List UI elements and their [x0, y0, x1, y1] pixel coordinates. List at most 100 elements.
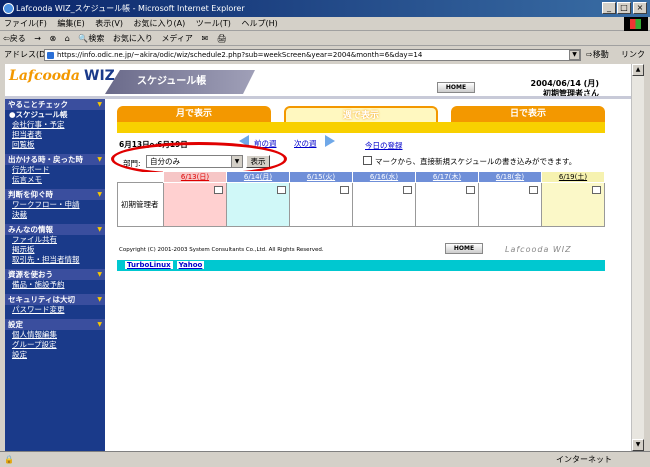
- scroll-down-icon[interactable]: ▼: [632, 439, 644, 451]
- stop-button[interactable]: ⊗: [47, 32, 60, 46]
- close-button[interactable]: ×: [633, 2, 647, 14]
- new-entry-icon[interactable]: [592, 186, 601, 194]
- menu-help[interactable]: ヘルプ(H): [237, 17, 281, 31]
- sidebar-item-clients[interactable]: 取引先・担当者情報: [5, 255, 105, 265]
- day-cell-tue[interactable]: [289, 182, 353, 227]
- search-button[interactable]: 🔍検索: [75, 32, 107, 46]
- footer-brand: Lafcooda WIZ: [505, 245, 572, 254]
- window-title: Lafcooda WIZ_スケジュール帳 - Microsoft Interne…: [16, 4, 245, 13]
- menu-favorites[interactable]: お気に入り(A): [130, 17, 190, 31]
- tab-underline: [117, 122, 605, 133]
- day-header-sat[interactable]: 6/19(土): [541, 171, 605, 183]
- menu-edit[interactable]: 編集(E): [53, 17, 88, 31]
- sidebar-head[interactable]: みんなの情報: [5, 224, 105, 235]
- scroll-up-icon[interactable]: ▲: [632, 64, 644, 76]
- home-icon[interactable]: ⌂: [62, 32, 73, 46]
- favorites-button[interactable]: お気に入り: [110, 32, 156, 46]
- address-bar: アドレス(D) https://info.odic.ne.jp/~akira/o…: [0, 47, 650, 75]
- sidebar-item-destination-board[interactable]: 行先ボード: [5, 165, 105, 175]
- ie-icon: [3, 3, 14, 14]
- day-cell-sat[interactable]: [541, 182, 605, 227]
- minimize-button[interactable]: _: [602, 2, 616, 14]
- new-entry-icon[interactable]: [214, 186, 223, 194]
- print-icon[interactable]: 🖨: [214, 32, 230, 46]
- day-cell-wed[interactable]: [352, 182, 416, 227]
- sidebar-group-settings: 設定 個人情報編集 グループ設定 設定: [5, 319, 105, 360]
- link-yahoo[interactable]: Yahoo: [176, 261, 205, 269]
- menu-bar: ファイル(F) 編集(E) 表示(V) お気に入り(A) ツール(T) ヘルプ(…: [0, 17, 650, 31]
- new-entry-icon[interactable]: [403, 186, 412, 194]
- link-turbolinux[interactable]: TurboLinux: [125, 261, 173, 269]
- home-button-bottom[interactable]: HOME: [445, 243, 483, 254]
- sidebar-group-approval: 判断を仰ぐ時 ワークフロー・申請 決裁: [5, 189, 105, 220]
- sidebar-item-decision[interactable]: 決裁: [5, 210, 105, 220]
- new-entry-icon[interactable]: [529, 186, 538, 194]
- address-input[interactable]: https://info.odic.ne.jp/~akira/odic/wiz/…: [44, 49, 581, 61]
- sidebar-item-password[interactable]: パスワード変更: [5, 305, 105, 315]
- link-bar: TurboLinux Yahoo: [117, 260, 605, 271]
- day-cell-sun[interactable]: [163, 182, 227, 227]
- address-dropdown-icon[interactable]: ▼: [569, 50, 580, 60]
- new-entry-icon[interactable]: [340, 186, 349, 194]
- media-button[interactable]: メディア: [158, 32, 195, 46]
- sidebar-head[interactable]: 資源を使おう: [5, 269, 105, 280]
- sidebar-head[interactable]: 出かける時・戻った時: [5, 154, 105, 165]
- menu-view[interactable]: 表示(V): [91, 17, 127, 31]
- address-label: アドレス(D): [4, 50, 49, 59]
- day-header-fri[interactable]: 6/18(金): [478, 171, 542, 183]
- day-header-thu[interactable]: 6/17(木): [415, 171, 479, 183]
- sidebar-item-bulletin[interactable]: 掲示板: [5, 245, 105, 255]
- sidebar-item-memo[interactable]: 伝言メモ: [5, 175, 105, 185]
- windows-logo-icon: [624, 17, 648, 31]
- day-cell-thu[interactable]: [415, 182, 479, 227]
- sidebar-head[interactable]: 設定: [5, 319, 105, 330]
- sidebar-item-file-share[interactable]: ファイル共有: [5, 235, 105, 245]
- page-viewport: Lafcooda WIZ スケジュール帳 HOME 2004/06/14 (月) …: [5, 64, 631, 451]
- sidebar-group-todo: やることチェック ●スケジュール帳 会社行事・予定 担当者表 回覧板: [5, 99, 105, 150]
- sidebar-item-settings[interactable]: 設定: [5, 350, 105, 360]
- day-header-mon[interactable]: 6/14(月): [226, 171, 290, 183]
- sidebar-head[interactable]: 判断を仰ぐ時: [5, 189, 105, 200]
- sidebar-item-company-events[interactable]: 会社行事・予定: [5, 120, 105, 130]
- sidebar-item-circular[interactable]: 回覧板: [5, 140, 105, 150]
- home-button-top[interactable]: HOME: [437, 82, 475, 93]
- sidebar-item-staff-table[interactable]: 担当者表: [5, 130, 105, 140]
- new-entry-icon[interactable]: [466, 186, 475, 194]
- main-content: 月で表示 週で表示 日で表示 6月13日～6月19日 前の週 次の週 今日の登録…: [105, 99, 631, 451]
- new-entry-icon[interactable]: [277, 186, 286, 194]
- menu-file[interactable]: ファイル(F): [0, 17, 51, 31]
- go-button[interactable]: ⇨移動: [586, 47, 609, 63]
- day-cell-mon[interactable]: [226, 182, 290, 227]
- sidebar-item-reservation[interactable]: 備品・施設予約: [5, 280, 105, 290]
- today-register-link[interactable]: 今日の登録: [365, 140, 403, 151]
- tab-week[interactable]: 週で表示: [284, 106, 438, 122]
- day-cell-fri[interactable]: [478, 182, 542, 227]
- next-week-link[interactable]: 次の週: [294, 138, 317, 149]
- memo-icon: [363, 156, 372, 165]
- sidebar-item-workflow[interactable]: ワークフロー・申請: [5, 200, 105, 210]
- sidebar-item-profile[interactable]: 個人情報編集: [5, 330, 105, 340]
- copyright: Copyright (C) 2001-2003 System Consultan…: [119, 247, 324, 253]
- next-arrow-icon[interactable]: [325, 135, 335, 147]
- page-icon: 🔒: [4, 455, 14, 464]
- menu-tools[interactable]: ツール(T): [192, 17, 235, 31]
- sidebar-group-security: セキュリティは大切 パスワード変更: [5, 294, 105, 315]
- day-header-wed[interactable]: 6/16(水): [352, 171, 416, 183]
- mail-icon[interactable]: ✉: [198, 32, 211, 46]
- tab-month[interactable]: 月で表示: [117, 106, 271, 122]
- app-header: Lafcooda WIZ スケジュール帳 HOME 2004/06/14 (月) …: [5, 64, 631, 98]
- internet-zone: インターネット: [556, 455, 612, 464]
- day-header-tue[interactable]: 6/15(火): [289, 171, 353, 183]
- sidebar-head[interactable]: セキュリティは大切: [5, 294, 105, 305]
- sidebar-item-group-settings[interactable]: グループ設定: [5, 340, 105, 350]
- maximize-button[interactable]: □: [617, 2, 631, 14]
- sidebar: やることチェック ●スケジュール帳 会社行事・予定 担当者表 回覧板 出かける時…: [5, 99, 105, 451]
- vertical-scrollbar[interactable]: ▲ ▼: [631, 64, 644, 451]
- forward-button[interactable]: →: [31, 32, 44, 46]
- sidebar-head[interactable]: やることチェック: [5, 99, 105, 110]
- sidebar-item-schedule[interactable]: ●スケジュール帳: [5, 110, 105, 120]
- back-button[interactable]: ⇦戻る: [0, 32, 29, 46]
- day-header-sun[interactable]: 6/13(日): [163, 171, 227, 183]
- tab-day[interactable]: 日で表示: [451, 106, 605, 122]
- app-logo: Lafcooda WIZ: [9, 68, 115, 84]
